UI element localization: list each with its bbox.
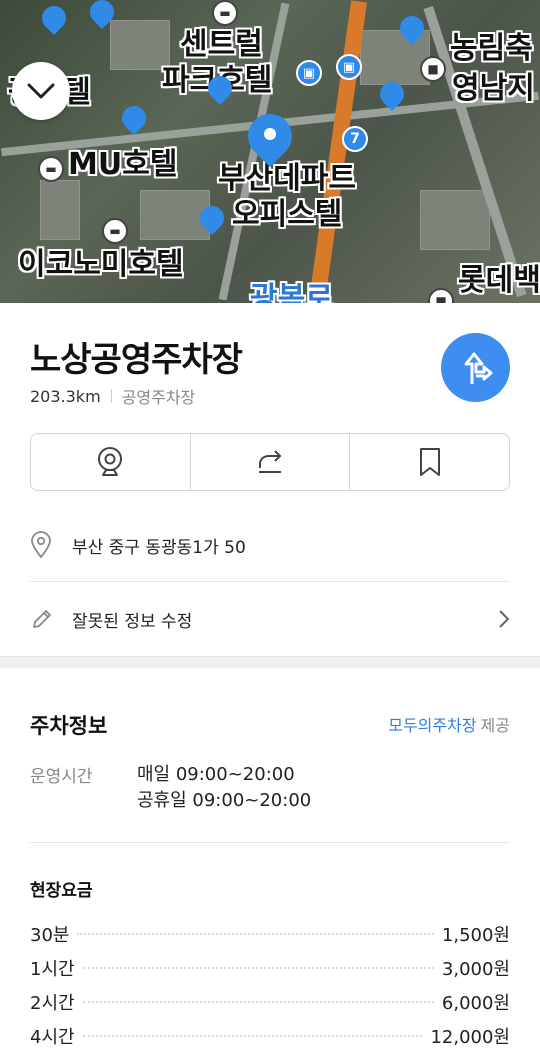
action-bar — [30, 433, 510, 491]
provider-link[interactable]: 모두의주차장 — [388, 716, 476, 735]
address-text: 부산 중구 동광동1가 50 — [72, 537, 246, 558]
share-button[interactable] — [189, 434, 350, 490]
fee-duration: 2시간 — [30, 993, 75, 1014]
collapse-button[interactable] — [12, 62, 70, 120]
bookmark-icon — [419, 448, 440, 476]
map-label: 오피스텔 — [232, 197, 343, 232]
map-pin[interactable] — [85, 0, 119, 32]
hotel-poi-icon[interactable]: ▬ — [102, 218, 128, 244]
poi-icon[interactable]: ■ — [420, 56, 446, 82]
map-label: 이코노미호텔 — [18, 247, 184, 282]
meta-separator — [110, 389, 112, 403]
hours-weekday: 매일 09:00~20:00 — [137, 764, 295, 785]
fee-leader — [82, 1035, 423, 1037]
route-number-badge: 7 — [342, 126, 368, 152]
fee-price: 6,000원 — [441, 993, 510, 1014]
place-meta: 203.3km 공영주차장 — [30, 384, 195, 408]
fee-duration: 4시간 — [30, 1027, 75, 1048]
fee-price: 3,000원 — [441, 959, 510, 980]
bookmark-button[interactable] — [349, 434, 509, 490]
map-pin[interactable] — [375, 77, 409, 114]
fee-duration: 30분 — [30, 925, 70, 946]
cctv-icon — [98, 447, 123, 476]
divider — [30, 842, 510, 843]
map-pin[interactable] — [37, 1, 71, 38]
location-pin-icon — [30, 531, 58, 559]
share-icon — [259, 450, 282, 473]
fee-row: 1시간 3,000원 — [30, 951, 510, 985]
place-distance: 203.3km — [30, 386, 101, 406]
place-title: 노상공영주차장 — [30, 340, 243, 380]
divider — [30, 581, 510, 582]
hours-holiday: 공휴일 09:00~20:00 — [137, 790, 312, 811]
hotel-poi-icon[interactable]: ▬ — [212, 0, 238, 26]
fee-price: 1,500원 — [441, 925, 510, 946]
bus-stop-icon[interactable]: ▣ — [336, 54, 362, 80]
map-label: 센트럴 — [180, 27, 263, 62]
map-label: 광복로 — [250, 281, 333, 304]
directions-button[interactable] — [441, 333, 510, 402]
map-building — [110, 20, 170, 70]
map-label: 농림축 — [450, 31, 533, 66]
map-building — [40, 180, 80, 240]
cctv-button[interactable] — [31, 434, 190, 490]
edit-info-row[interactable]: 잘못된 정보 수정 — [30, 604, 510, 634]
chevron-down-icon — [27, 83, 55, 99]
selected-location-pin[interactable] — [238, 104, 302, 172]
parking-info-title: 주차정보 — [30, 714, 108, 738]
fee-list: 30분 1,500원 1시간 3,000원 2시간 6,000원 4시간 12,… — [30, 917, 510, 1053]
edit-info-label: 잘못된 정보 수정 — [72, 611, 193, 632]
bus-stop-icon[interactable]: ▣ — [296, 60, 322, 86]
map-pin[interactable] — [203, 71, 237, 108]
map-label: 영남지 — [452, 71, 535, 106]
provider-suffix: 제공 — [480, 716, 510, 735]
map-view[interactable]: 센트럴 파크호텔 광호텔 MU호텔 부산데파트 오피스텔 이코노미호텔 농림축 … — [0, 0, 540, 303]
chevron-right-icon — [498, 609, 510, 634]
address-row[interactable]: 부산 중구 동광동1가 50 — [30, 530, 510, 560]
map-pin[interactable] — [195, 201, 229, 238]
fee-leader — [77, 933, 434, 935]
provider-credit: 모두의주차장 제공 — [388, 712, 510, 736]
fee-price: 12,000원 — [430, 1027, 510, 1048]
directions-icon — [464, 352, 492, 384]
fee-title: 현장요금 — [30, 881, 93, 901]
hours-values: 매일 09:00~20:00 공휴일 09:00~20:00 — [137, 762, 311, 814]
hotel-poi-icon[interactable]: ▬ — [38, 156, 64, 182]
section-gap — [0, 656, 540, 668]
hours-label: 운영시간 — [30, 767, 93, 787]
poi-icon[interactable]: ■ — [428, 288, 454, 303]
map-label: 롯데백 — [458, 263, 540, 298]
fee-duration: 1시간 — [30, 959, 75, 980]
map-pin[interactable] — [395, 11, 429, 48]
fee-leader — [82, 1001, 434, 1003]
map-building — [420, 190, 490, 250]
pencil-icon — [30, 607, 58, 631]
map-pin[interactable] — [117, 101, 151, 138]
fee-row: 2시간 6,000원 — [30, 985, 510, 1019]
fee-row: 4시간 12,000원 — [30, 1019, 510, 1053]
map-label: MU호텔 — [68, 147, 178, 182]
fee-row: 30분 1,500원 — [30, 917, 510, 951]
fee-leader — [82, 967, 434, 969]
place-category: 공영주차장 — [121, 388, 196, 407]
